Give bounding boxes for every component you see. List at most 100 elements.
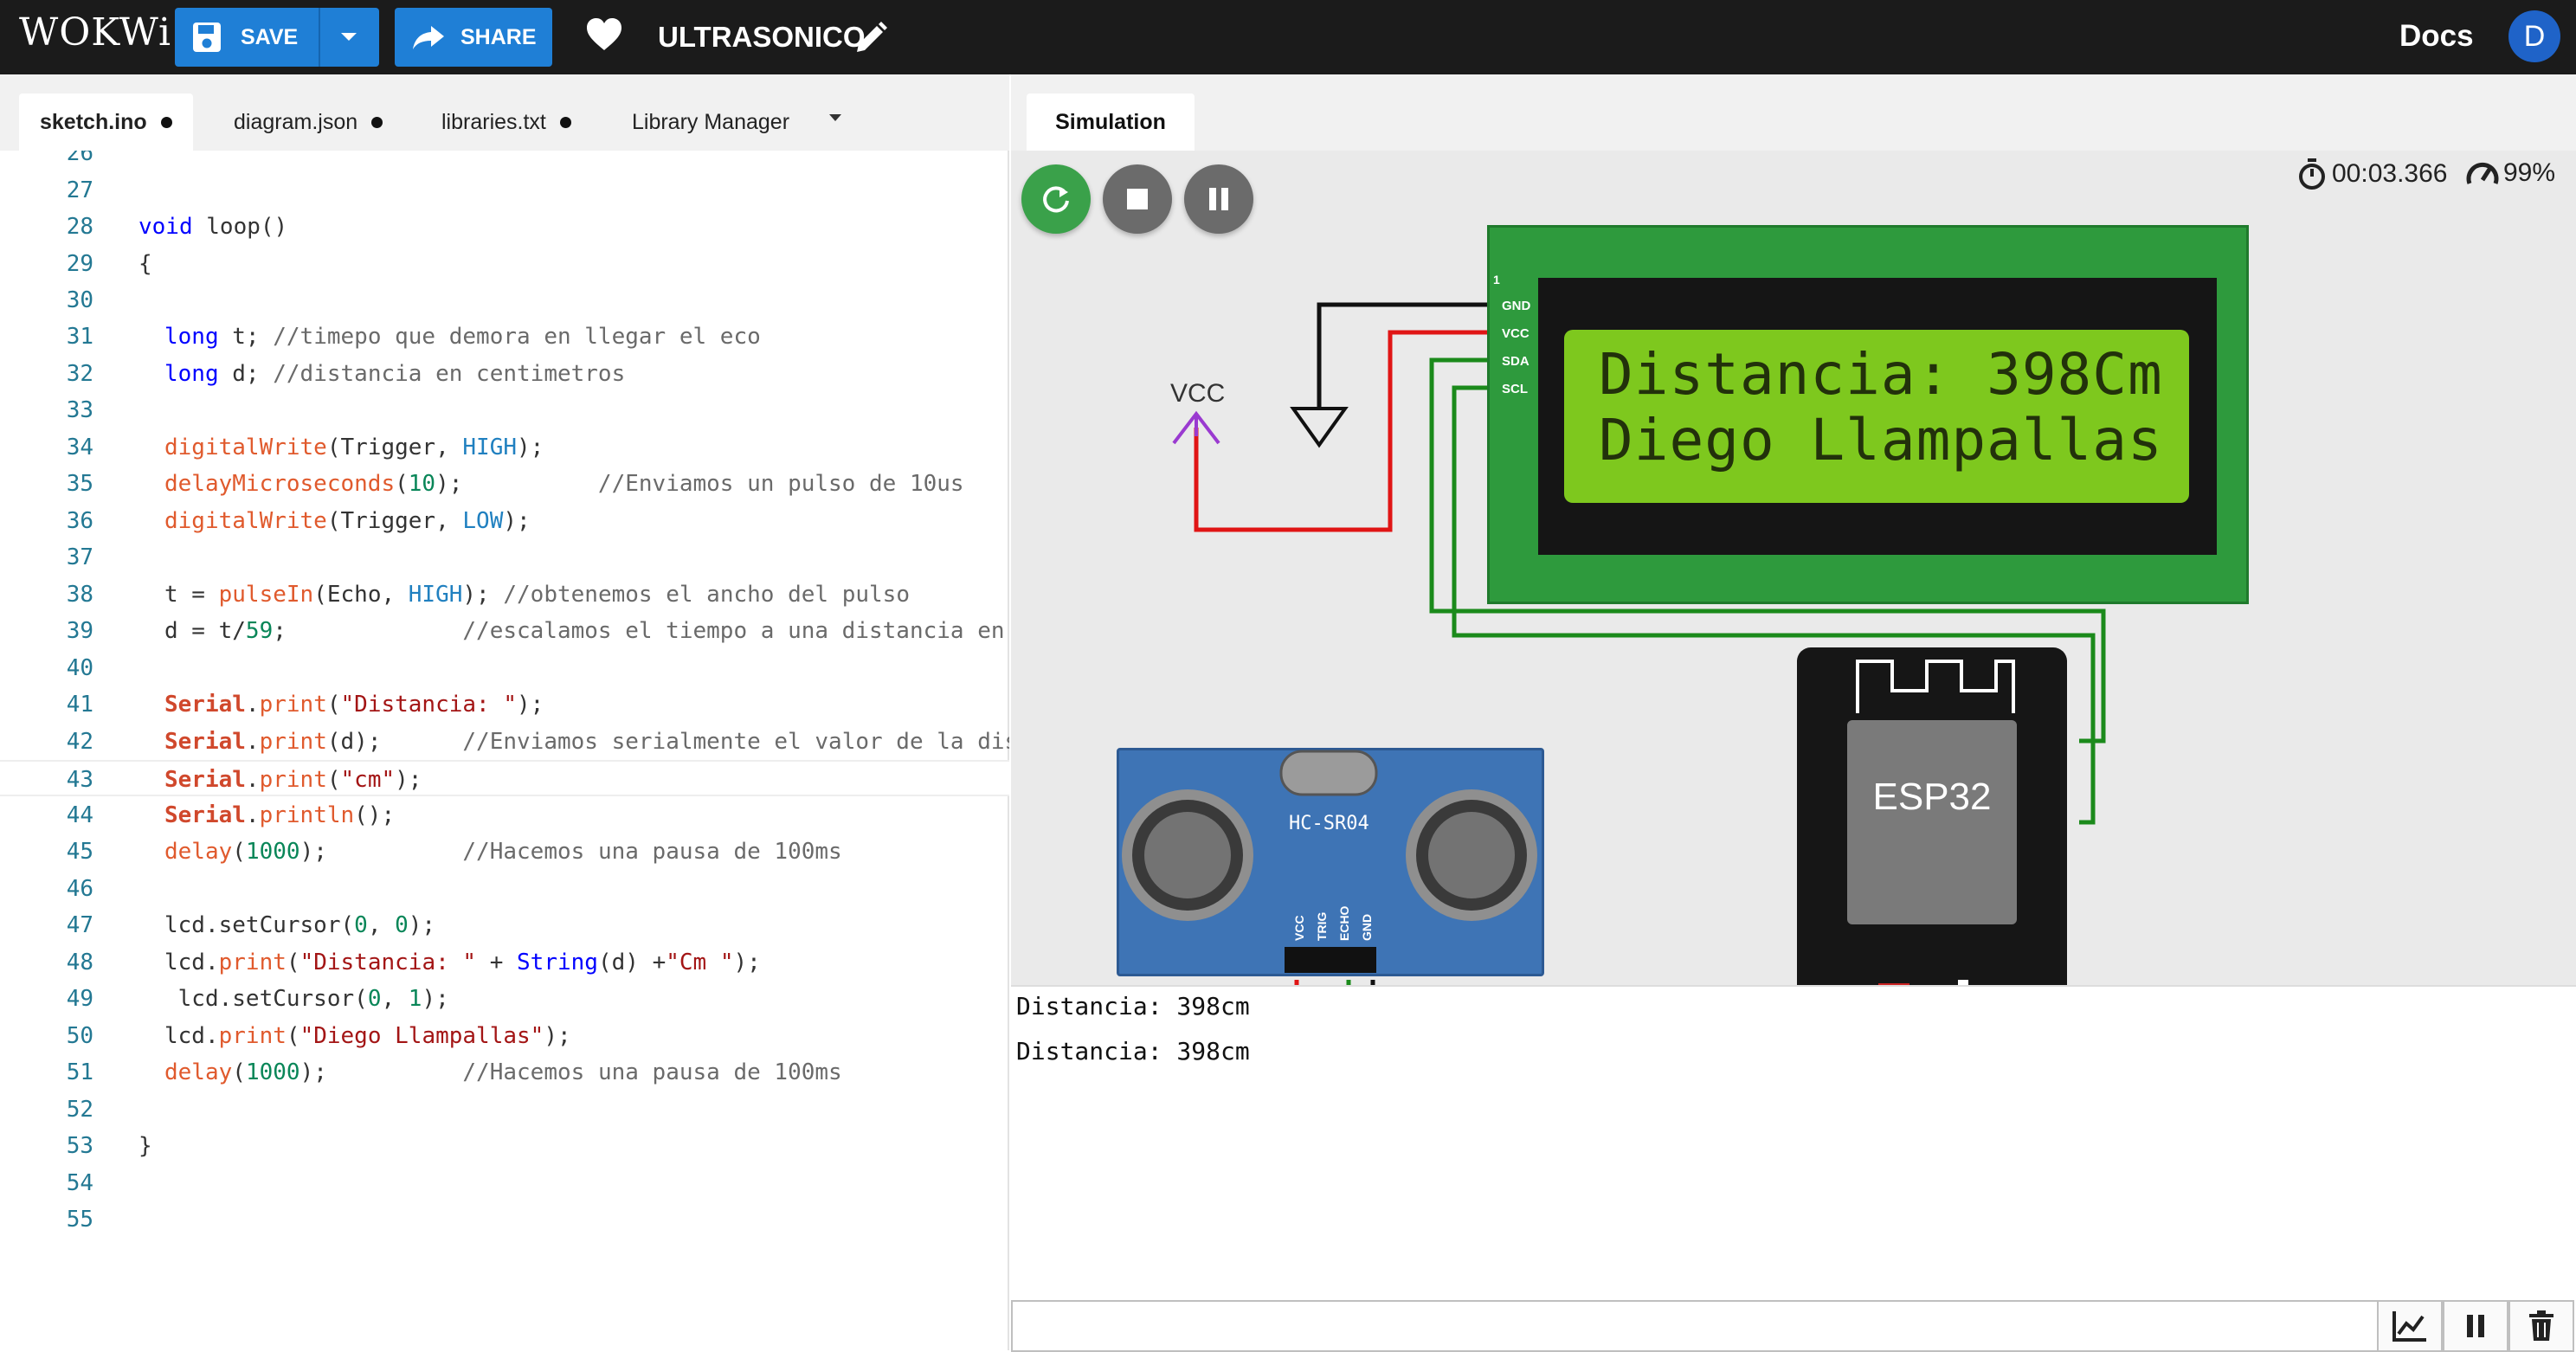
vcc-label: VCC [1170, 379, 1226, 408]
code-line: 53} [66, 1133, 152, 1159]
code-line: 26 [66, 151, 93, 166]
unsaved-dot-icon [559, 116, 571, 128]
sensor-graphics [1122, 750, 1537, 973]
heart-icon[interactable] [585, 16, 623, 54]
pause-simulation-button[interactable] [1184, 164, 1253, 234]
pencil-icon[interactable] [853, 21, 888, 55]
code-line: 44 Serial.println(); [66, 802, 396, 828]
code-line: 54 [66, 1170, 93, 1196]
tab-label: libraries.txt [441, 109, 546, 134]
lcd-row-2: Diego Llampallas [1599, 407, 2163, 473]
stop-simulation-button[interactable] [1103, 164, 1172, 234]
code-line: 28 void loop() [66, 214, 288, 240]
save-dropdown-button[interactable] [320, 8, 377, 67]
tab-label: Library Manager [632, 109, 790, 134]
plotter-button[interactable] [2377, 1300, 2443, 1352]
lcd-display-component[interactable]: 1 GND VCC SDA SCL Distancia: 398Cm Diego… [1487, 225, 2249, 604]
serial-input[interactable] [1011, 1300, 2377, 1352]
code-line: 42 Serial.print(d); //Enviamos serialment… [66, 729, 1009, 755]
speedometer-icon [2466, 163, 2499, 184]
restart-simulation-button[interactable] [1021, 164, 1091, 234]
share-button[interactable]: SHARE [395, 8, 552, 67]
lcd-pin-gnd[interactable]: GND [1502, 299, 1530, 313]
simulation-pane: Simulation 00:03.366 99% 1 GND VCC SDA S… [1011, 74, 2576, 1352]
hc-sr04-sensor[interactable]: HC-SR04 VCC TRIG ECHO GND [1117, 748, 1544, 976]
unsaved-dot-icon [160, 116, 172, 128]
timer-value: 00:03.366 [2332, 159, 2448, 188]
code-line-current: 43 Serial.print("cm"); [0, 760, 1009, 796]
lcd-screen: Distancia: 398Cm Diego Llampallas [1564, 330, 2189, 503]
trash-icon [2529, 1310, 2553, 1341]
esp32-board[interactable]: ESP32 [1797, 647, 2067, 985]
tab-simulation[interactable]: Simulation [1027, 93, 1195, 151]
sensor-pin-vcc[interactable]: VCC [1292, 915, 1306, 941]
tab-library-manager[interactable]: Library Manager [611, 93, 810, 151]
code-line: 49 lcd.setCursor(0, 1); [66, 986, 449, 1012]
pin-number: 1 [1493, 273, 1500, 286]
pause-icon [2467, 1315, 2484, 1337]
wokwi-logo[interactable]: WOKWi [19, 10, 171, 55]
code-line: 48 lcd.print("Distancia: " + String(d) +"… [66, 950, 761, 975]
lcd-row-1: Distancia: 398Cm [1599, 341, 2163, 408]
chevron-down-icon [341, 33, 357, 41]
code-line: 32 long d; //distancia en centimetros [66, 361, 626, 387]
unsaved-dot-icon [371, 116, 383, 128]
pause-serial-button[interactable] [2443, 1300, 2508, 1352]
code-line: 40 [66, 655, 93, 681]
serial-output-line: Distancia: 398cm [1016, 992, 1250, 1020]
code-line: 36 digitalWrite(Trigger, LOW); [66, 508, 531, 534]
code-line: 37 [66, 544, 93, 570]
sensor-pin-gnd[interactable]: GND [1360, 914, 1374, 941]
serial-output-line: Distancia: 398cm [1016, 1037, 1250, 1066]
tab-label: sketch.ino [40, 109, 147, 134]
lcd-pin-sda[interactable]: SDA [1502, 354, 1530, 369]
code-line: 51 delay(1000); //Hacemos una pausa de 10… [66, 1059, 842, 1085]
tab-libraries-txt[interactable]: libraries.txt [421, 93, 592, 151]
code-line: 39 d = t/59; //escalamos el tiempo a una … [66, 618, 1009, 644]
code-line: 35 delayMicroseconds(10); //Enviamos un p… [66, 471, 964, 497]
save-button-group: SAVE [175, 8, 379, 67]
lcd-pin-vcc[interactable]: VCC [1502, 326, 1530, 341]
clear-serial-button[interactable] [2508, 1300, 2574, 1352]
user-avatar[interactable]: D [2508, 10, 2560, 62]
tab-label: diagram.json [234, 109, 358, 134]
restart-icon [1043, 186, 1069, 213]
esp32-label: ESP32 [1872, 776, 1992, 818]
lcd-pin-scl[interactable]: SCL [1502, 382, 1528, 396]
simulation-canvas[interactable]: 00:03.366 99% 1 GND VCC SDA SCL Distanci… [1011, 151, 2576, 985]
sensor-label: HC-SR04 [1289, 813, 1369, 834]
project-title[interactable]: ULTRASONICO [658, 21, 866, 54]
editor-tab-bar: sketch.ino diagram.json libraries.txt Li… [0, 74, 1009, 151]
code-line: 33 [66, 397, 93, 423]
tab-diagram-json[interactable]: diagram.json [213, 93, 403, 151]
sensor-pin-trig[interactable]: TRIG [1315, 912, 1329, 941]
tab-sketch-ino[interactable]: sketch.ino [19, 93, 193, 151]
simulation-performance: 99% [2465, 158, 2555, 189]
docs-link[interactable]: Docs [2399, 19, 2474, 54]
code-area[interactable]: 26 27 28 void loop() 29{ 30 31 long t; //t… [0, 151, 1009, 1350]
save-button[interactable]: SAVE [175, 8, 320, 67]
save-icon [193, 23, 221, 52]
share-icon [413, 26, 444, 49]
code-line: 30 [66, 287, 93, 313]
code-line: 41 Serial.print("Distancia: "); [66, 692, 544, 718]
code-line: 29{ [66, 251, 152, 277]
code-line: 27 [66, 177, 93, 203]
pause-icon [1209, 188, 1228, 210]
code-line: 47 lcd.setCursor(0, 0); [66, 912, 436, 938]
serial-monitor: Distancia: 398cm Distancia: 398cm [1011, 985, 2576, 1352]
save-label: SAVE [241, 24, 299, 49]
code-editor-pane: sketch.ino diagram.json libraries.txt Li… [0, 74, 1009, 1350]
app-header: WOKWi SAVE SHARE ULTRASONICO Docs D [0, 0, 2576, 74]
code-line: 45 delay(1000); //Hacemos una pausa de 10… [66, 839, 842, 865]
more-tabs-chevron-icon[interactable] [824, 107, 847, 130]
lcd-bezel: Distancia: 398Cm Diego Llampallas [1538, 278, 2217, 555]
stop-icon [1127, 189, 1148, 209]
stopwatch-icon [2299, 158, 2325, 190]
chart-icon [2392, 1311, 2426, 1342]
code-line: 38 t = pulseIn(Echo, HIGH); //obtenemos e… [66, 582, 910, 608]
simulation-tab-bar: Simulation [1011, 74, 2576, 151]
sensor-pin-echo[interactable]: ECHO [1337, 906, 1351, 941]
code-line: 31 long t; //timepo que demora en llegar … [66, 324, 761, 350]
code-line: 46 [66, 876, 93, 902]
